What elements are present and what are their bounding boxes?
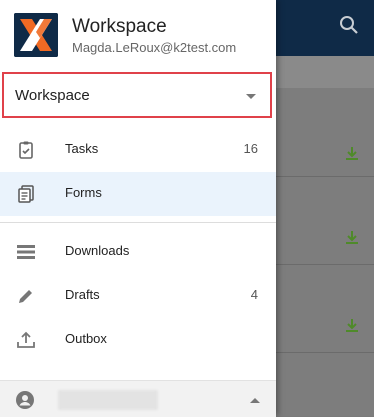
workspace-select[interactable]: Workspace xyxy=(2,72,272,118)
menu-item-tasks[interactable]: Tasks 16 xyxy=(0,128,276,172)
download-icon[interactable] xyxy=(344,145,360,161)
caret-up-icon[interactable] xyxy=(250,398,260,403)
search-icon[interactable] xyxy=(338,14,360,36)
account-name-redacted xyxy=(58,390,158,410)
menu-item-outbox[interactable]: Outbox xyxy=(0,318,276,362)
caret-down-icon xyxy=(246,94,256,99)
menu-item-forms[interactable]: Forms xyxy=(0,172,276,216)
downloads-list-icon xyxy=(16,242,36,262)
outbox-icon xyxy=(16,330,36,350)
profile-title: Workspace xyxy=(72,16,167,37)
profile-header: Workspace Magda.LeRoux@k2test.com xyxy=(0,0,276,68)
menu-item-count: 16 xyxy=(243,141,258,156)
navigation-drawer: Workspace Magda.LeRoux@k2test.com Worksp… xyxy=(0,0,276,417)
download-icon[interactable] xyxy=(344,229,360,245)
menu-item-label: Downloads xyxy=(65,243,130,258)
pencil-icon xyxy=(16,286,36,306)
drawer-menu: Tasks 16 Forms Downloads Drafts 4 Outbox xyxy=(0,128,276,362)
k2-logo-icon xyxy=(14,13,58,57)
menu-item-label: Tasks xyxy=(65,141,99,156)
account-footer[interactable] xyxy=(0,380,276,417)
menu-item-label: Outbox xyxy=(65,331,107,346)
download-icon[interactable] xyxy=(344,317,360,333)
menu-item-drafts[interactable]: Drafts 4 xyxy=(0,274,276,318)
clipboard-check-icon xyxy=(16,140,36,160)
forms-icon xyxy=(16,184,36,204)
menu-item-label: Drafts xyxy=(65,287,100,302)
workspace-select-value: Workspace xyxy=(15,87,90,104)
menu-item-label: Forms xyxy=(65,185,102,200)
user-email: Magda.LeRoux@k2test.com xyxy=(72,40,237,55)
menu-item-count: 4 xyxy=(250,287,258,302)
menu-item-downloads[interactable]: Downloads xyxy=(0,230,276,274)
menu-divider xyxy=(0,222,276,223)
avatar-icon xyxy=(16,391,34,409)
